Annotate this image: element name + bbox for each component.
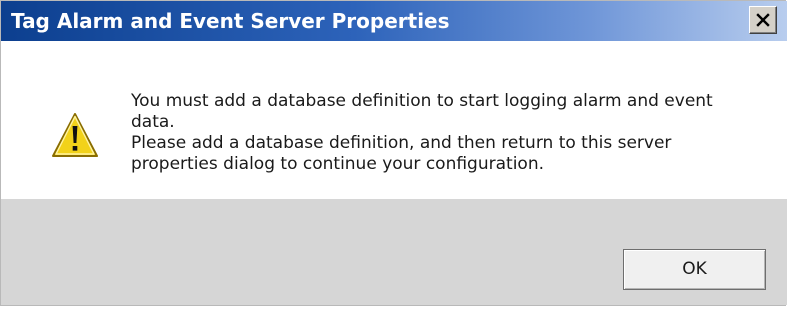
button-bar: OK — [1, 199, 787, 305]
warning-icon — [52, 113, 98, 157]
dialog-title: Tag Alarm and Event Server Properties — [11, 9, 450, 33]
ok-button[interactable]: OK — [623, 249, 766, 290]
title-bar[interactable]: Tag Alarm and Event Server Properties — [1, 1, 787, 41]
message-line-1: You must add a database definition to st… — [131, 91, 713, 132]
message-line-2: Please add a database definition, and th… — [131, 133, 672, 174]
close-icon — [756, 13, 770, 27]
dialog-window: Tag Alarm and Event Server Properties Yo… — [0, 0, 787, 306]
message-text: You must add a database definition to st… — [131, 91, 751, 175]
close-button[interactable] — [749, 6, 777, 34]
message-area: You must add a database definition to st… — [1, 41, 787, 199]
